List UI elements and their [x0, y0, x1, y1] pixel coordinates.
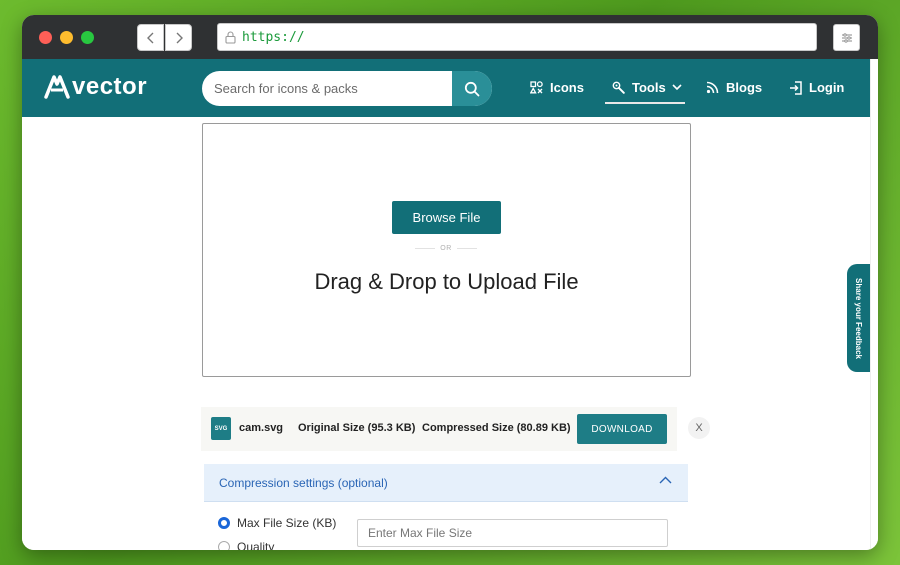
chevron-right-icon — [176, 32, 183, 43]
search-icon — [464, 81, 480, 96]
chevron-left-icon — [146, 32, 153, 43]
nav-tools-label: Tools — [632, 80, 666, 95]
uploaded-file-row: SVG cam.svg Original Size (95.3 KB) Comp… — [201, 407, 677, 451]
file-name: cam.svg — [239, 422, 284, 434]
max-file-size-radio[interactable] — [218, 517, 230, 529]
nav-icons-label: Icons — [550, 80, 584, 95]
site-logo[interactable]: vector — [44, 73, 147, 101]
browser-chrome: https:// — [22, 15, 878, 59]
address-bar[interactable]: https:// — [217, 23, 817, 51]
browse-file-button[interactable]: Browse File — [392, 201, 501, 234]
drag-drop-text: Drag & Drop to Upload File — [314, 269, 579, 294]
logo-text: vector — [72, 73, 148, 100]
login-icon — [790, 80, 802, 95]
close-window-button[interactable] — [39, 31, 52, 44]
nav-login-link[interactable]: Login — [789, 80, 844, 95]
url-text: https:// — [242, 29, 305, 45]
or-divider: OR — [415, 245, 477, 252]
max-file-size-input[interactable] — [357, 519, 668, 547]
download-button[interactable]: DOWNLOAD — [577, 414, 667, 444]
shapes-icon — [530, 81, 543, 94]
active-nav-underline — [605, 102, 685, 104]
file-drop-zone[interactable]: Browse File OR Drag & Drop to Upload Fil… — [202, 123, 691, 377]
original-size: Original Size (95.3 KB) — [298, 422, 416, 434]
search-button[interactable] — [452, 71, 492, 106]
feedback-label: Share your Feedback — [854, 277, 864, 359]
search-input[interactable] — [202, 71, 452, 106]
option-max-file-size[interactable]: Max File Size (KB) — [218, 516, 336, 530]
option-quality[interactable]: Quality — [218, 540, 274, 550]
browser-window: https:// vector Search for icons & packs… — [22, 15, 878, 550]
browser-back-button[interactable] — [137, 24, 164, 51]
chevron-down-icon — [672, 84, 682, 91]
browser-menu-button[interactable] — [833, 24, 860, 51]
remove-file-button[interactable]: X — [688, 417, 710, 439]
max-file-size-label: Max File Size (KB) — [237, 516, 337, 530]
svg-file-icon: SVG — [211, 417, 231, 440]
nav-icons-link[interactable]: Icons — [530, 80, 584, 95]
compressed-size: Compressed Size (80.89 KB) — [422, 422, 571, 434]
compression-settings-title: Compression settings (optional) — [219, 476, 388, 490]
page-viewport: vector Icons — [22, 59, 870, 550]
site-header: vector Icons — [22, 59, 870, 117]
rss-icon — [706, 81, 719, 94]
vector-logo-icon — [44, 75, 70, 99]
compression-settings-toggle[interactable]: Compression settings (optional) — [204, 464, 688, 502]
nav-login-label: Login — [809, 80, 845, 95]
nav-blogs-label: Blogs — [726, 80, 763, 95]
page-scrollbar[interactable] — [870, 59, 878, 550]
lock-icon — [225, 30, 236, 44]
minimize-window-button[interactable] — [60, 31, 73, 44]
or-text: OR — [440, 245, 452, 252]
nav-tools-menu[interactable]: Tools — [612, 80, 682, 95]
quality-label: Quality — [237, 540, 275, 550]
nav-blogs-link[interactable]: Blogs — [706, 80, 762, 95]
chevron-up-icon — [659, 476, 672, 484]
feedback-tab[interactable]: Share your Feedback — [847, 264, 870, 372]
sliders-icon — [841, 32, 852, 43]
browser-forward-button[interactable] — [165, 24, 192, 51]
quality-radio[interactable] — [218, 541, 230, 550]
search-box — [202, 71, 492, 106]
maximize-window-button[interactable] — [81, 31, 94, 44]
tools-icon — [612, 81, 625, 94]
